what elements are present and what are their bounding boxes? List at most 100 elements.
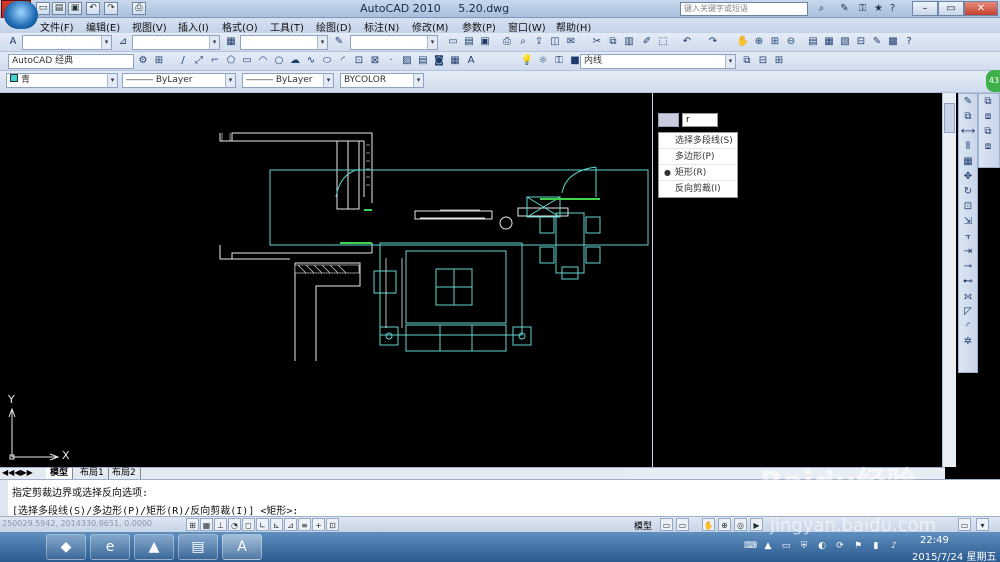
preview-icon[interactable]: ⌕ xyxy=(516,35,530,49)
tray-network-icon[interactable]: ▮ xyxy=(870,540,882,552)
revcloud-icon[interactable]: ☁ xyxy=(288,54,302,68)
rectangle-icon[interactable]: ▭ xyxy=(240,54,254,68)
rotate-icon[interactable]: ↻ xyxy=(959,184,977,199)
grid-toggle-icon[interactable]: ▦ xyxy=(200,518,213,531)
taskbar-clock-date[interactable]: 2015/7/24 星期五 xyxy=(912,548,996,562)
model-space-label[interactable]: 模型 xyxy=(634,519,652,532)
taskbar-autocad-icon[interactable]: A xyxy=(222,534,262,560)
tray-shield-icon[interactable]: ⛨ xyxy=(798,540,810,552)
menu-modify[interactable]: 修改(M) xyxy=(412,19,448,34)
tab-layout2[interactable]: 布局2 xyxy=(108,468,141,479)
lightbulb-icon[interactable]: 💡 xyxy=(520,54,534,68)
help-icon[interactable]: ? xyxy=(886,2,899,15)
customize-icon[interactable]: ⊞ xyxy=(152,54,166,68)
osnap-toggle-icon[interactable]: ◻ xyxy=(242,518,255,531)
quickcalc-icon[interactable]: ▩ xyxy=(886,35,900,49)
workspace-settings-icon[interactable]: ⚙ xyxy=(136,54,150,68)
save-icon[interactable]: ▣ xyxy=(68,2,82,15)
insert-block-icon[interactable]: ⊡ xyxy=(352,54,366,68)
ducs-toggle-icon[interactable]: ⊾ xyxy=(270,518,283,531)
menu-tools[interactable]: 工具(T) xyxy=(270,19,304,34)
help2-icon[interactable]: ? xyxy=(902,35,916,49)
redo2-icon[interactable]: ↷ xyxy=(706,35,720,49)
wrench-icon[interactable]: ✎ xyxy=(838,2,851,15)
circle-icon[interactable]: ○ xyxy=(272,54,286,68)
search-input[interactable]: 键入关键字或短语 xyxy=(680,2,808,16)
option-rectangle[interactable]: ● 矩形(R) xyxy=(659,165,737,181)
undo-icon[interactable]: ↶ xyxy=(86,2,100,15)
showmotion-icon[interactable]: ▶ xyxy=(750,518,763,531)
chamfer-icon[interactable]: ◸ xyxy=(959,304,977,319)
color-select[interactable]: 青 ▾ xyxy=(6,73,118,88)
make-block-icon[interactable]: ⊠ xyxy=(368,54,382,68)
dyn-toggle-icon[interactable]: ⊿ xyxy=(284,518,297,531)
layer-previous-icon[interactable]: ⊟ xyxy=(756,54,770,68)
text-style-select[interactable]: ▾ xyxy=(22,35,112,50)
ellipse-arc-icon[interactable]: ◜ xyxy=(336,54,350,68)
scale-icon[interactable]: ⊡ xyxy=(959,199,977,214)
binoculars-icon[interactable]: ⌕ xyxy=(815,2,828,15)
menu-draw[interactable]: 绘图(D) xyxy=(316,19,352,34)
3d-dwf-icon[interactable]: ◫ xyxy=(548,35,562,49)
hatch-icon[interactable]: ▨ xyxy=(400,54,414,68)
break-point-icon[interactable]: ⊸ xyxy=(959,259,977,274)
polar-toggle-icon[interactable]: ◔ xyxy=(228,518,241,531)
taskbar-clock-time[interactable]: 22:49 xyxy=(920,535,949,546)
offset-icon[interactable]: ⫴ xyxy=(959,139,977,154)
undo2-icon[interactable]: ↶ xyxy=(680,35,694,49)
publish-icon[interactable]: ⇪ xyxy=(532,35,546,49)
menu-edit[interactable]: 编辑(E) xyxy=(86,19,120,34)
option-select-polyline[interactable]: 选择多段线(S) xyxy=(659,133,737,149)
sheet-set-icon[interactable]: ⊟ xyxy=(854,35,868,49)
array-icon[interactable]: ▦ xyxy=(959,154,977,169)
otrack-toggle-icon[interactable]: ∟ xyxy=(256,518,269,531)
print-icon[interactable]: ⎙ xyxy=(500,35,514,49)
polyline-icon[interactable]: ⌐ xyxy=(208,54,222,68)
menu-format[interactable]: 格式(O) xyxy=(222,19,258,34)
construction-line-icon[interactable]: ⤢ xyxy=(192,54,206,68)
move-icon[interactable]: ✥ xyxy=(959,169,977,184)
tab-layout1[interactable]: 布局1 xyxy=(76,468,109,479)
menu-window[interactable]: 窗口(W) xyxy=(508,19,546,34)
join-icon[interactable]: ⟗ xyxy=(959,289,977,304)
zoom-status-icon[interactable]: ⊕ xyxy=(718,518,731,531)
taskbar-media-icon[interactable]: ▲ xyxy=(134,534,174,560)
dimstyle-icon[interactable]: ⊿ xyxy=(116,35,130,49)
sun-icon[interactable]: ☼ xyxy=(536,54,550,68)
redo-icon[interactable]: ↷ xyxy=(104,2,118,15)
workspace-select[interactable]: AutoCAD 经典 xyxy=(8,54,134,69)
menu-insert[interactable]: 插入(I) xyxy=(178,19,209,34)
option-invert-clip[interactable]: 反向剪裁(I) xyxy=(659,181,737,197)
snap-toggle-icon[interactable]: ⊞ xyxy=(186,518,199,531)
layer-select[interactable]: 内线 ▾ xyxy=(580,54,736,69)
zoom-realtime-icon[interactable]: ⊕ xyxy=(752,35,766,49)
dim-style-select[interactable]: ▾ xyxy=(132,35,220,50)
star-icon[interactable]: ★ xyxy=(872,2,885,15)
notification-badge[interactable]: 43 xyxy=(986,70,1000,92)
tray-sync-icon[interactable]: ⟳ xyxy=(834,540,846,552)
start-button[interactable] xyxy=(4,1,38,29)
plotstyle-select[interactable]: BYCOLOR ▾ xyxy=(340,73,424,88)
layer-lock-icon[interactable]: ⚿ xyxy=(552,54,566,68)
lock-icon[interactable]: ⚿ xyxy=(856,2,869,15)
properties-icon[interactable]: ▤ xyxy=(806,35,820,49)
tray-volume-icon[interactable]: ♪ xyxy=(888,540,900,552)
menu-view[interactable]: 视图(V) xyxy=(132,19,167,34)
zoom-window-icon[interactable]: ⊞ xyxy=(768,35,782,49)
block-editor-icon[interactable]: ⬚ xyxy=(656,35,670,49)
maximize-button[interactable]: ▭ xyxy=(938,1,964,16)
arc-icon[interactable]: ◠ xyxy=(256,54,270,68)
zoom-previous-icon[interactable]: ⊖ xyxy=(784,35,798,49)
cut-icon[interactable]: ✂ xyxy=(590,35,604,49)
tray-security-icon[interactable]: ◐ xyxy=(816,540,828,552)
tab-nav-icon[interactable]: ◀◀◀▶▶ xyxy=(2,468,33,477)
stretch-icon[interactable]: ⇲ xyxy=(959,214,977,229)
layout-model-icon[interactable]: ▭ xyxy=(660,518,673,531)
dynamic-input-field[interactable]: r xyxy=(682,113,718,127)
copy-object-icon[interactable]: ⧉ xyxy=(959,109,977,124)
linetype-select[interactable]: ――― ByLayer ▾ xyxy=(122,73,236,88)
pan-icon[interactable]: ✋ xyxy=(736,35,750,49)
status-menu-icon[interactable]: ▾ xyxy=(976,518,989,531)
plot-icon[interactable]: ⎙ xyxy=(132,2,146,15)
markup-icon[interactable]: ✎ xyxy=(870,35,884,49)
